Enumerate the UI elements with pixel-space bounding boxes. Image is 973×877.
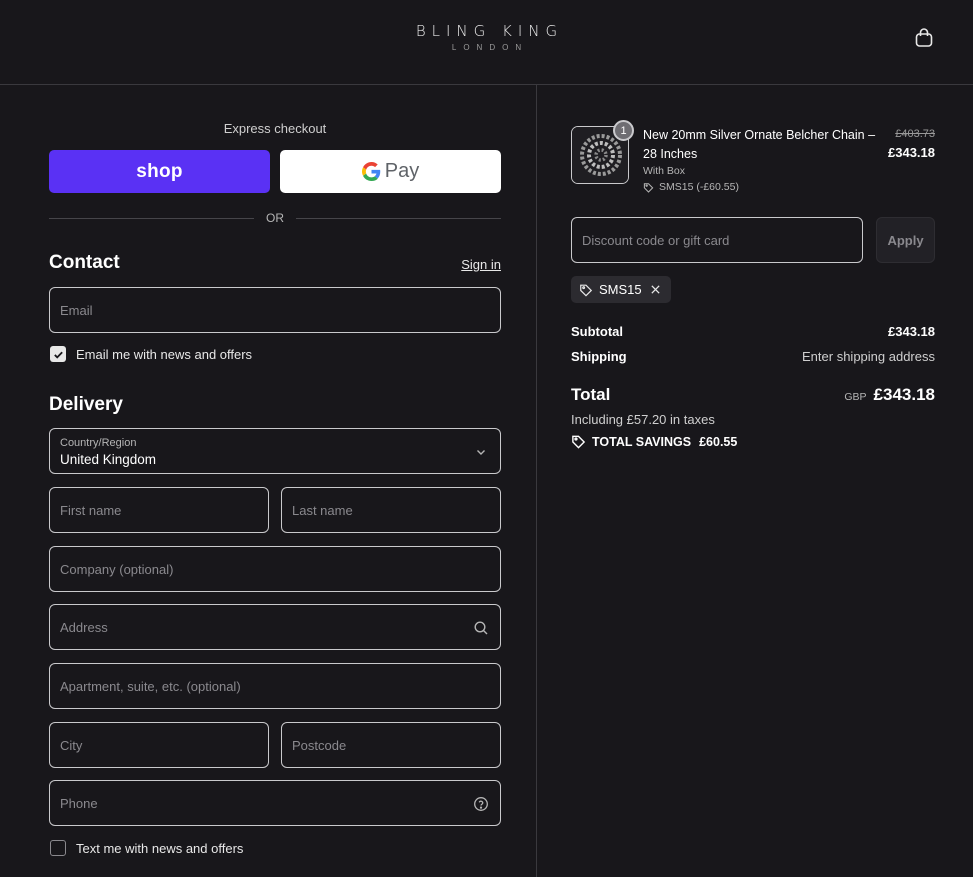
express-checkout-label: Express checkout bbox=[223, 121, 327, 136]
email-news-label: Email me with news and offers bbox=[76, 346, 253, 362]
country-label: Country/Region bbox=[60, 437, 137, 449]
google-pay-button[interactable]: Pay bbox=[280, 150, 501, 193]
apartment-field[interactable]: Apartment, suite, etc. (optional) bbox=[49, 663, 501, 709]
tag-icon bbox=[580, 284, 593, 297]
total-label: Total bbox=[571, 385, 611, 404]
address-field[interactable]: Address bbox=[49, 604, 501, 650]
city-field[interactable]: City bbox=[49, 722, 269, 768]
savings-value: £60.55 bbox=[699, 434, 738, 449]
quantity-badge: 1 bbox=[613, 120, 634, 141]
first-name-placeholder: First name bbox=[60, 503, 122, 518]
postcode-field[interactable]: Postcode bbox=[281, 722, 501, 768]
address-placeholder: Address bbox=[60, 620, 108, 635]
currency-code: GBP bbox=[844, 391, 867, 403]
email-placeholder: Email bbox=[60, 303, 93, 318]
product-name: New 20mm Silver Ornate Belcher Chain – 2… bbox=[643, 128, 876, 161]
total-savings: TOTAL SAVINGS £60.55 bbox=[571, 434, 737, 449]
phone-field[interactable]: Phone bbox=[49, 780, 501, 826]
column-divider bbox=[536, 85, 537, 877]
company-placeholder: Company (optional) bbox=[60, 562, 174, 577]
product-variant: With Box bbox=[643, 165, 686, 177]
discount-placeholder: Discount code or gift card bbox=[582, 233, 730, 248]
applied-discount-chip: SMS15 bbox=[571, 276, 671, 303]
subtotal-label: Subtotal bbox=[571, 324, 623, 339]
remove-discount-button[interactable] bbox=[650, 284, 661, 295]
last-name-placeholder: Last name bbox=[292, 503, 353, 518]
sign-in-link[interactable]: Sign in bbox=[461, 257, 501, 272]
or-divider: OR bbox=[49, 211, 501, 225]
city-placeholder: City bbox=[60, 738, 83, 753]
product-price: £343.18 bbox=[888, 145, 935, 160]
product-discount: SMS15 (-£60.55) bbox=[643, 181, 739, 193]
company-field[interactable]: Company (optional) bbox=[49, 546, 501, 592]
last-name-field[interactable]: Last name bbox=[281, 487, 501, 533]
brand-name: BLING KING bbox=[415, 22, 564, 40]
shipping-value: Enter shipping address bbox=[802, 349, 935, 364]
original-price: £403.73 bbox=[895, 128, 935, 140]
sms-news-label: Text me with news and offers bbox=[76, 840, 244, 856]
brand-logo[interactable]: BLING KING LONDON bbox=[0, 22, 973, 52]
shop-pay-label: shop bbox=[136, 160, 183, 182]
email-news-row: Email me with news and offers bbox=[50, 346, 252, 362]
apply-button[interactable]: Apply bbox=[876, 217, 935, 263]
google-pay-label: Pay bbox=[384, 160, 420, 182]
total-amount: GBP £343.18 bbox=[844, 385, 935, 405]
country-value: United Kingdom bbox=[60, 452, 157, 467]
subtotal-value: £343.18 bbox=[888, 324, 935, 339]
delivery-title: Delivery bbox=[49, 394, 123, 415]
close-icon bbox=[651, 285, 660, 294]
contact-title: Contact bbox=[49, 252, 120, 273]
email-news-checkbox[interactable] bbox=[50, 346, 66, 362]
tag-icon bbox=[643, 182, 654, 193]
country-select[interactable]: Country/Region United Kingdom bbox=[49, 428, 501, 474]
or-line-right bbox=[296, 218, 501, 219]
email-field[interactable]: Email bbox=[49, 287, 501, 333]
shop-pay-button[interactable]: shop bbox=[49, 150, 270, 193]
product-discount-text: SMS15 (-£60.55) bbox=[659, 181, 739, 193]
header: BLING KING LONDON bbox=[0, 0, 973, 85]
shipping-label: Shipping bbox=[571, 349, 627, 364]
applied-code: SMS15 bbox=[599, 282, 642, 297]
search-icon bbox=[474, 621, 488, 635]
chevron-down-icon bbox=[477, 450, 485, 455]
total-value: £343.18 bbox=[873, 385, 935, 404]
first-name-field[interactable]: First name bbox=[49, 487, 269, 533]
taxes-note: Including £57.20 in taxes bbox=[571, 412, 715, 427]
phone-placeholder: Phone bbox=[60, 796, 98, 811]
sms-news-row: Text me with news and offers bbox=[50, 840, 243, 856]
google-g-icon bbox=[361, 162, 381, 181]
tag-icon bbox=[572, 435, 586, 449]
shopping-bag-icon[interactable] bbox=[913, 27, 935, 49]
apartment-placeholder: Apartment, suite, etc. (optional) bbox=[60, 679, 241, 694]
postcode-placeholder: Postcode bbox=[292, 738, 347, 753]
help-circle-icon[interactable] bbox=[473, 796, 489, 812]
brand-sub: LONDON bbox=[451, 43, 529, 52]
checkmark-icon bbox=[53, 351, 63, 359]
savings-label: TOTAL SAVINGS bbox=[592, 434, 692, 449]
discount-code-input[interactable]: Discount code or gift card bbox=[571, 217, 863, 263]
sms-news-checkbox[interactable] bbox=[50, 840, 66, 856]
